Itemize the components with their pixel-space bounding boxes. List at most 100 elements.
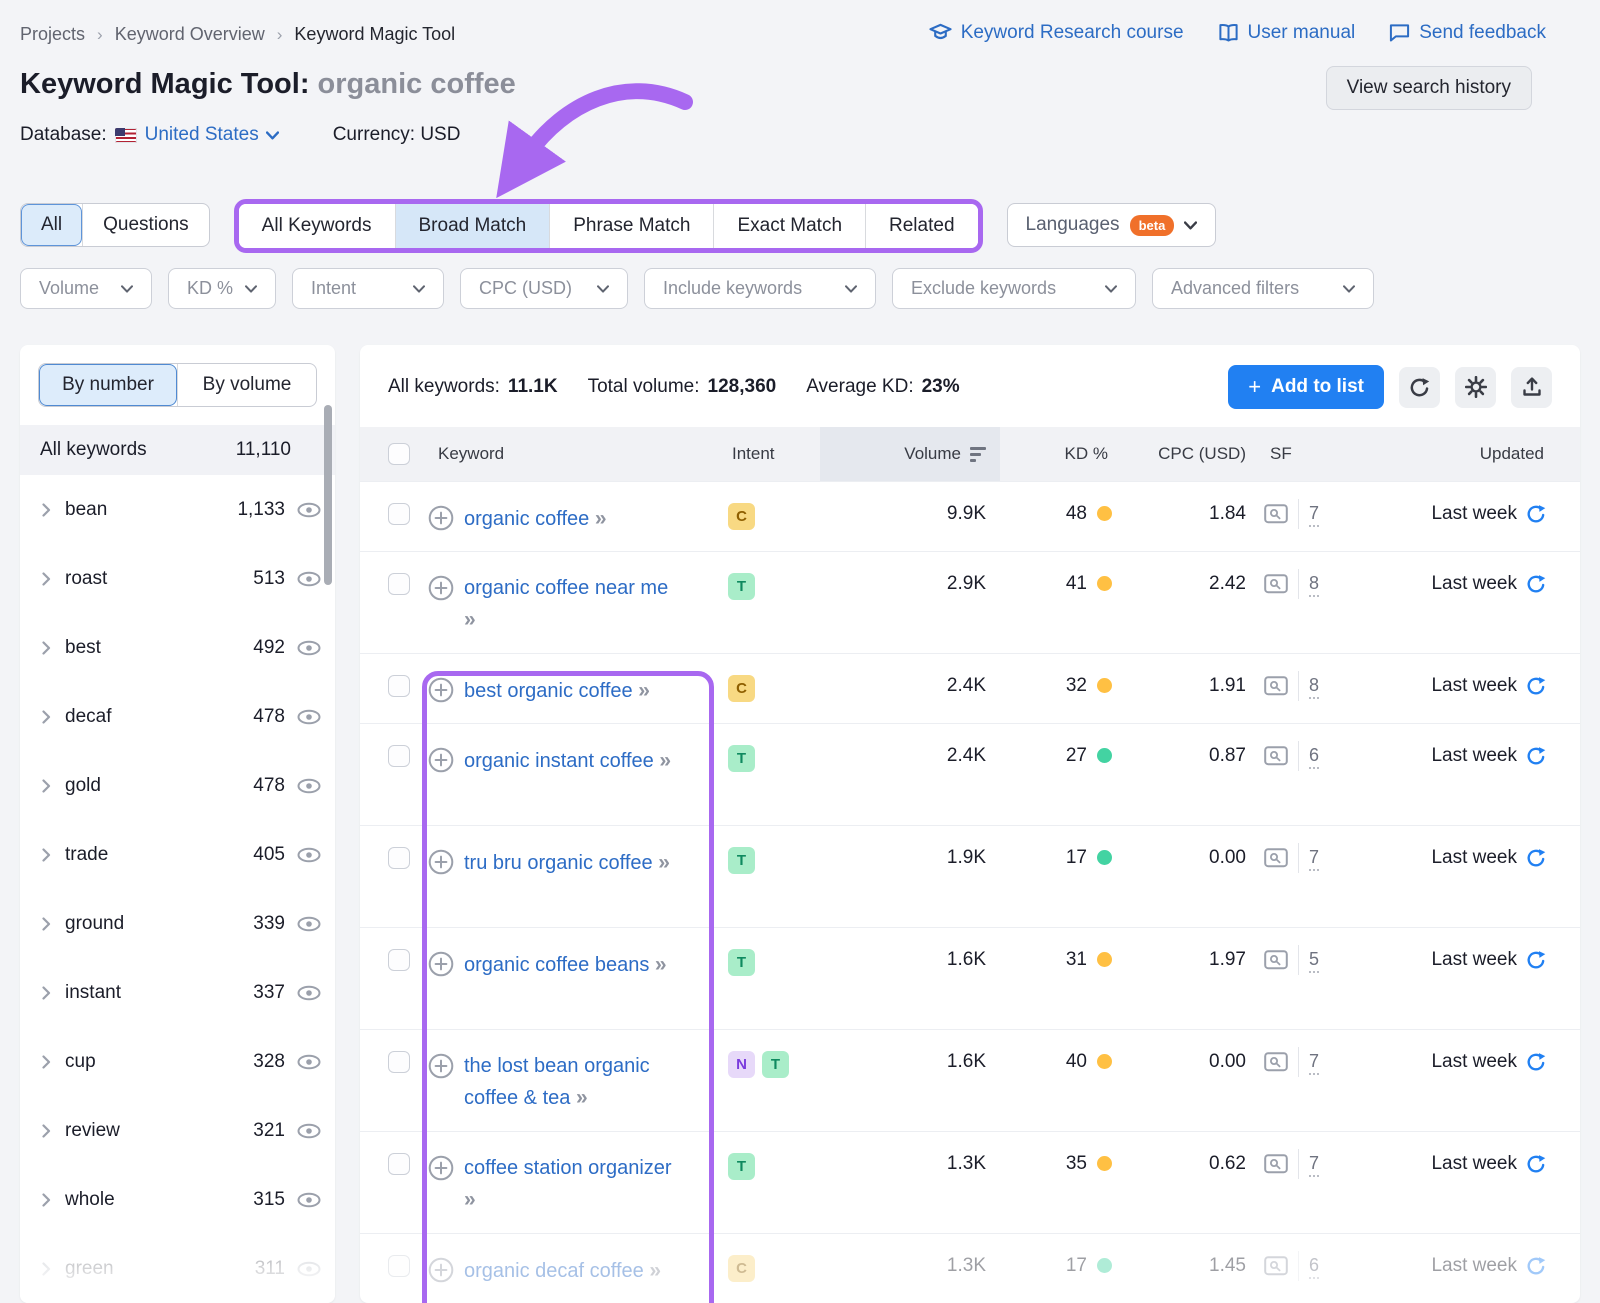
export-button[interactable] <box>1511 366 1552 408</box>
tab-related[interactable]: Related <box>865 204 978 248</box>
serp-features-icon[interactable] <box>1264 1256 1288 1276</box>
row-checkbox[interactable] <box>388 745 410 767</box>
serp-features-icon[interactable] <box>1264 746 1288 766</box>
tab-broad-match[interactable]: Broad Match <box>394 204 550 248</box>
open-keyword-icon[interactable]: » <box>464 608 476 631</box>
kd-filter[interactable]: KD % <box>168 268 276 309</box>
keyword-link[interactable]: organic coffee <box>464 508 589 530</box>
sf-count[interactable]: 6 <box>1309 745 1320 769</box>
send-feedback-link[interactable]: Send feedback <box>1389 22 1546 44</box>
open-keyword-icon[interactable]: » <box>649 1259 661 1282</box>
column-updated[interactable]: Updated <box>1352 427 1552 481</box>
keyword-link[interactable]: tru bru organic coffee <box>464 852 653 874</box>
open-keyword-icon[interactable]: » <box>464 1188 476 1211</box>
tab-phrase-match[interactable]: Phrase Match <box>549 204 714 248</box>
tab-all-keywords[interactable]: All Keywords <box>238 204 395 248</box>
exclude-keywords-filter[interactable]: Exclude keywords <box>892 268 1136 309</box>
sidebar-group-instant[interactable]: instant 337 <box>20 958 335 1027</box>
row-checkbox[interactable] <box>388 949 410 971</box>
add-keyword-icon[interactable] <box>428 1257 454 1283</box>
cpc-filter[interactable]: CPC (USD) <box>460 268 628 309</box>
open-keyword-icon[interactable]: » <box>658 851 670 874</box>
tab-by-volume[interactable]: By volume <box>177 364 316 406</box>
tab-exact-match[interactable]: Exact Match <box>713 204 866 248</box>
column-volume[interactable]: Volume <box>820 427 1000 481</box>
eye-icon[interactable] <box>297 1261 321 1277</box>
refresh-button[interactable] <box>1399 366 1440 408</box>
sf-count[interactable]: 7 <box>1309 847 1320 871</box>
open-keyword-icon[interactable]: » <box>655 953 667 976</box>
eye-icon[interactable] <box>297 709 321 725</box>
open-keyword-icon[interactable]: » <box>638 679 650 702</box>
keyword-research-course-link[interactable]: Keyword Research course <box>929 22 1184 44</box>
settings-gear-button[interactable] <box>1455 366 1496 408</box>
advanced-filters[interactable]: Advanced filters <box>1152 268 1374 309</box>
tab-all[interactable]: All <box>21 204 83 246</box>
sidebar-group-best[interactable]: best 492 <box>20 613 335 682</box>
row-checkbox[interactable] <box>388 1255 410 1277</box>
serp-features-icon[interactable] <box>1264 950 1288 970</box>
serp-features-icon[interactable] <box>1264 1154 1288 1174</box>
user-manual-link[interactable]: User manual <box>1218 22 1355 44</box>
keyword-link[interactable]: coffee station organizer <box>464 1157 672 1179</box>
row-refresh-icon[interactable] <box>1526 848 1546 868</box>
sf-count[interactable]: 6 <box>1309 1255 1320 1279</box>
breadcrumb-keyword-overview[interactable]: Keyword Overview <box>115 24 265 45</box>
add-keyword-icon[interactable] <box>428 575 454 601</box>
add-keyword-icon[interactable] <box>428 1155 454 1181</box>
row-checkbox[interactable] <box>388 573 410 595</box>
sidebar-group-roast[interactable]: roast 513 <box>20 544 335 613</box>
add-keyword-icon[interactable] <box>428 951 454 977</box>
serp-features-icon[interactable] <box>1264 504 1288 524</box>
column-kd[interactable]: KD % <box>1000 427 1112 481</box>
add-to-list-button[interactable]: + Add to list <box>1228 365 1384 409</box>
sf-count[interactable]: 7 <box>1309 503 1320 527</box>
volume-filter[interactable]: Volume <box>20 268 152 309</box>
sidebar-group-green[interactable]: green 311 <box>20 1234 335 1303</box>
keyword-link[interactable]: organic decaf coffee <box>464 1260 644 1282</box>
serp-features-icon[interactable] <box>1264 676 1288 696</box>
sidebar-group-ground[interactable]: ground 339 <box>20 889 335 958</box>
keyword-link[interactable]: best organic coffee <box>464 680 633 702</box>
eye-icon[interactable] <box>297 916 321 932</box>
sidebar-all-keywords-row[interactable]: All keywords 11,110 <box>20 425 335 475</box>
open-keyword-icon[interactable]: » <box>659 749 671 772</box>
eye-icon[interactable] <box>297 778 321 794</box>
sf-count[interactable]: 8 <box>1309 573 1320 597</box>
row-checkbox[interactable] <box>388 1051 410 1073</box>
open-keyword-icon[interactable]: » <box>595 507 607 530</box>
eye-icon[interactable] <box>297 1054 321 1070</box>
serp-features-icon[interactable] <box>1264 574 1288 594</box>
select-all-checkbox[interactable] <box>388 443 410 465</box>
languages-dropdown[interactable]: Languages beta <box>1006 203 1217 247</box>
row-refresh-icon[interactable] <box>1526 950 1546 970</box>
open-keyword-icon[interactable]: » <box>576 1086 588 1109</box>
column-sf[interactable]: SF <box>1252 427 1352 481</box>
eye-icon[interactable] <box>297 1123 321 1139</box>
tab-questions[interactable]: Questions <box>82 204 209 246</box>
eye-icon[interactable] <box>297 571 321 587</box>
row-refresh-icon[interactable] <box>1526 1052 1546 1072</box>
column-intent[interactable]: Intent <box>728 427 820 481</box>
breadcrumb-projects[interactable]: Projects <box>20 24 85 45</box>
row-checkbox[interactable] <box>388 847 410 869</box>
keyword-link[interactable]: organic instant coffee <box>464 750 654 772</box>
sf-count[interactable]: 7 <box>1309 1051 1320 1075</box>
row-refresh-icon[interactable] <box>1526 1256 1546 1276</box>
row-refresh-icon[interactable] <box>1526 504 1546 524</box>
add-keyword-icon[interactable] <box>428 677 454 703</box>
eye-icon[interactable] <box>297 502 321 518</box>
column-keyword[interactable]: Keyword <box>428 427 728 481</box>
add-keyword-icon[interactable] <box>428 849 454 875</box>
serp-features-icon[interactable] <box>1264 1052 1288 1072</box>
sidebar-group-decaf[interactable]: decaf 478 <box>20 682 335 751</box>
database-selector[interactable]: United States <box>145 124 279 146</box>
sf-count[interactable]: 8 <box>1309 675 1320 699</box>
add-keyword-icon[interactable] <box>428 505 454 531</box>
add-keyword-icon[interactable] <box>428 1053 454 1079</box>
view-search-history-button[interactable]: View search history <box>1325 66 1532 110</box>
keyword-link[interactable]: organic coffee near me <box>464 577 668 599</box>
row-checkbox[interactable] <box>388 1153 410 1175</box>
serp-features-icon[interactable] <box>1264 848 1288 868</box>
sidebar-group-trade[interactable]: trade 405 <box>20 820 335 889</box>
